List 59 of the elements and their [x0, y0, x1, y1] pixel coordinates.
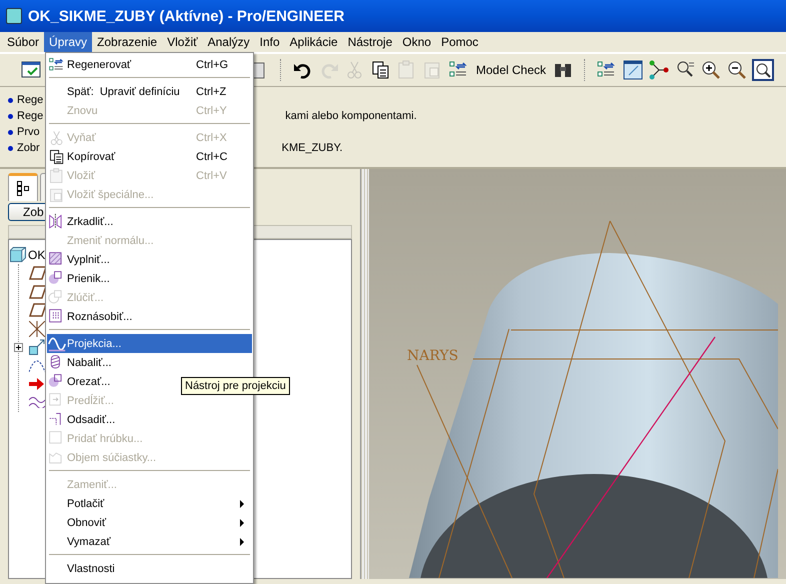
menu-item[interactable]: Zobrazenie [92, 32, 162, 52]
menu-item[interactable]: Aplikácie [284, 32, 343, 52]
bullet-icon [8, 98, 13, 102]
dotted-curve-icon [29, 360, 45, 372]
part-icon [10, 247, 26, 263]
message-text: Rege [17, 110, 44, 122]
menu-item[interactable]: Nástroje [342, 32, 398, 52]
menu-item[interactable]: Prienik... [47, 269, 252, 288]
menu-item[interactable]: Vymazať [47, 532, 252, 551]
copy-icon [48, 148, 66, 166]
coordinate-system-icon [29, 320, 45, 337]
wave-icon [48, 334, 66, 352]
tree-icon [17, 181, 29, 196]
message-text: Prvo [17, 126, 40, 138]
menu-item[interactable]: Obnoviť [47, 513, 252, 532]
menu-item[interactable]: Okno [397, 32, 436, 52]
menu-item[interactable]: Nabaliť... [47, 353, 252, 372]
menu-item[interactable]: Odsadiť... [47, 410, 252, 429]
menu-item[interactable]: Kopírovať Ctrl+C [47, 147, 252, 166]
menu-item[interactable]: Pomoc [436, 32, 484, 52]
arrow-icon [29, 378, 44, 390]
plane-icon [29, 303, 47, 318]
menu-item[interactable]: Potlačiť [47, 494, 252, 513]
node-graph-icon[interactable] [648, 59, 670, 81]
bullet-icon [8, 130, 13, 134]
tooltip: Nástroj pre projekciu [181, 377, 290, 395]
zoom-out-icon[interactable] [726, 59, 748, 81]
expand-icon[interactable] [14, 342, 23, 352]
menu-item[interactable]: Analýzy [202, 32, 255, 52]
zoom-in-icon[interactable] [700, 59, 722, 81]
bullet-icon [8, 114, 13, 118]
menu-item[interactable]: Súbor [2, 32, 44, 52]
zoom-window-icon[interactable] [752, 59, 774, 81]
regenerate-icon [48, 56, 66, 74]
app-icon [6, 8, 22, 24]
menu-item[interactable]: Vyplniť... [47, 250, 252, 269]
message-text: Rege [17, 94, 44, 106]
bullet-icon [8, 146, 13, 150]
wave-icon [29, 397, 45, 408]
plane-icon [29, 266, 47, 280]
window-title: OK_SIKME_ZUBY (Aktívne) - Pro/ENGINEER [28, 8, 344, 24]
menu-item[interactable]: Úpravy [44, 32, 92, 52]
view-label: NARYS [407, 348, 458, 364]
panel-tab[interactable] [8, 173, 38, 201]
menu-item[interactable]: Roznásobiť... [47, 307, 252, 326]
feature-icon [29, 339, 45, 356]
menu-item[interactable]: Projekcia... [47, 334, 252, 353]
menu-item[interactable]: Vložiť [162, 32, 203, 52]
model-check-button[interactable]: Model Check [474, 63, 548, 77]
menu-item[interactable]: Vlastnosti [47, 559, 252, 578]
plane-icon [29, 284, 47, 299]
menu-item[interactable]: Späť: Upraviť definíciu Ctrl+Z [47, 82, 252, 101]
menu-item[interactable]: Regenerovať Ctrl+G [47, 55, 252, 74]
message-text: Zobr [17, 142, 40, 154]
message-text: kami alebo komponentami. [285, 110, 417, 122]
message-text: KME_ZUBY. [282, 142, 343, 154]
menu-item[interactable]: Info [254, 32, 285, 52]
window-icon[interactable] [622, 59, 644, 81]
tree-item[interactable]: OK [28, 248, 46, 262]
